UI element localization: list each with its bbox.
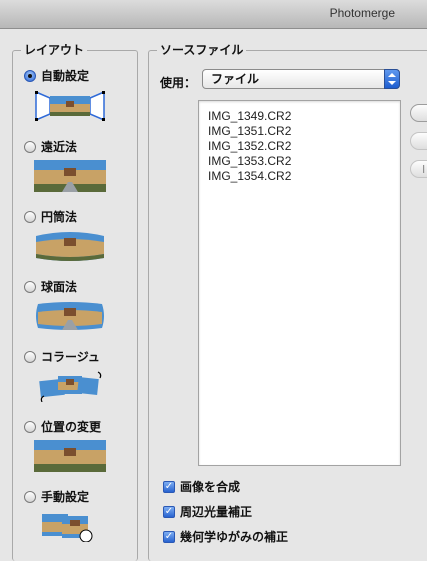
radio-auto[interactable]: 自動設定 — [24, 67, 89, 84]
radio-label: 位置の変更 — [41, 420, 102, 434]
remove-button[interactable] — [410, 132, 427, 150]
add-open-files-button[interactable]: I — [410, 160, 427, 178]
checkbox-blend-images[interactable]: ✓ 画像を合成 — [163, 478, 240, 495]
radio-button[interactable] — [24, 420, 36, 433]
radio-reposition[interactable]: 位置の変更 — [24, 418, 101, 435]
radio-button[interactable] — [24, 140, 36, 153]
spherical-icon — [36, 302, 104, 330]
use-label: 使用： — [160, 76, 197, 90]
radio-button[interactable] — [24, 350, 36, 363]
radio-interactive[interactable]: 手動設定 — [24, 488, 89, 505]
collage-icon — [39, 371, 102, 402]
perspective-icon — [34, 160, 106, 192]
browse-button[interactable] — [410, 104, 427, 122]
radio-spherical[interactable]: 球面法 — [24, 278, 77, 295]
checkbox[interactable]: ✓ — [163, 480, 175, 493]
file-item[interactable]: IMG_1353.CR2 — [208, 154, 291, 169]
file-item[interactable]: IMG_1352.CR2 — [208, 139, 291, 154]
checkbox-vignette-removal[interactable]: ✓ 周辺光量補正 — [163, 503, 252, 520]
interactive-layout-icon — [42, 514, 93, 542]
use-select-value: ファイル — [211, 72, 260, 86]
use-select[interactable]: ファイル — [202, 69, 400, 89]
radio-button[interactable] — [24, 490, 36, 503]
checkbox[interactable]: ✓ — [163, 530, 175, 543]
radio-cylindrical[interactable]: 円筒法 — [24, 208, 77, 225]
radio-perspective[interactable]: 遠近法 — [24, 138, 77, 155]
reposition-icon — [34, 440, 106, 472]
source-files-group-label: ソースファイル — [157, 42, 247, 58]
select-arrows-icon[interactable] — [384, 69, 400, 89]
title-bar: Photomerge — [0, 0, 427, 29]
radio-label: 自動設定 — [41, 69, 90, 83]
radio-label: 円筒法 — [41, 210, 78, 224]
radio-collage[interactable]: コラージュ — [24, 348, 100, 365]
file-item[interactable]: IMG_1349.CR2 — [208, 109, 291, 124]
cylindrical-icon — [36, 232, 104, 261]
checkbox-label: 画像を合成 — [180, 480, 241, 494]
checkbox-label: 幾何学ゆがみの補正 — [180, 530, 289, 544]
radio-button[interactable] — [24, 69, 36, 82]
radio-label: 手動設定 — [41, 490, 90, 504]
auto-layout-icon — [35, 90, 105, 122]
checkbox-distortion-correction[interactable]: ✓ 幾何学ゆがみの補正 — [163, 528, 288, 545]
radio-label: コラージュ — [41, 350, 100, 364]
checkbox[interactable]: ✓ — [163, 505, 175, 518]
layout-group-label: レイアウト — [21, 42, 88, 58]
radio-button[interactable] — [24, 280, 36, 293]
button-fragment-text: I — [422, 163, 426, 176]
radio-button[interactable] — [24, 210, 36, 223]
checkbox-label: 周辺光量補正 — [180, 505, 253, 519]
file-item[interactable]: IMG_1354.CR2 — [208, 169, 291, 184]
radio-label: 球面法 — [41, 280, 78, 294]
file-item[interactable]: IMG_1351.CR2 — [208, 124, 291, 139]
file-list[interactable]: IMG_1349.CR2 IMG_1351.CR2 IMG_1352.CR2 I… — [198, 100, 401, 466]
window-title: Photomerge — [329, 6, 395, 20]
radio-label: 遠近法 — [41, 140, 78, 154]
